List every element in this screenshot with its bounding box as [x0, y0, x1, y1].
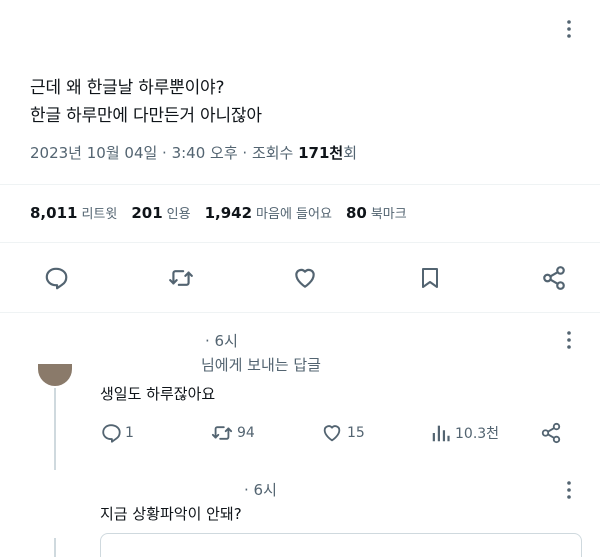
view-count-suffix: 회: [343, 144, 358, 162]
engagement-stats: 8,011 리트윗 201 인용 1,942 마음에 들어요 80 북마크: [30, 203, 407, 222]
view-count: 171천: [298, 144, 344, 162]
divider: [0, 242, 600, 243]
retweet-count: 94: [237, 425, 255, 441]
retweet-icon: [211, 426, 233, 440]
reply-button[interactable]: 1: [100, 422, 210, 444]
stat-number: 80: [345, 204, 367, 222]
timestamp-text: 2023년 10월 04일 · 3:40 오후 · 조회수: [30, 144, 299, 162]
tweet-text: 근데 왜 한글날 하루뿐이야? 한글 하루만에 다만든거 아니잖아: [30, 74, 262, 130]
stat-number: 1,942: [204, 204, 253, 222]
share-button[interactable]: [540, 422, 562, 444]
share-icon[interactable]: [538, 262, 570, 294]
reply-icon: [102, 424, 121, 443]
stat-number: 201: [131, 204, 163, 222]
retweet-icon[interactable]: [165, 262, 197, 294]
embedded-card[interactable]: [100, 533, 582, 557]
stat-number: 8,011: [30, 204, 78, 222]
tweet-timestamp[interactable]: 2023년 10월 04일 · 3:40 오후 · 조회수 171천회: [30, 142, 357, 163]
bar-chart-icon: [432, 425, 450, 442]
stat-label: 인용: [166, 207, 191, 222]
more-icon[interactable]: [557, 478, 581, 502]
thread-line: [54, 388, 56, 470]
share-icon: [541, 422, 561, 444]
reply-icon[interactable]: [40, 262, 72, 294]
like-count: 15: [347, 425, 365, 441]
tweet-text-line: 근데 왜 한글날 하루뿐이야?: [30, 78, 225, 98]
retweet-button[interactable]: 94: [210, 422, 320, 444]
heart-icon: [323, 425, 341, 442]
stat-label: 리트윗: [81, 207, 118, 222]
retweets-stat[interactable]: 8,011 리트윗: [30, 203, 117, 222]
reply-time[interactable]: · 6시: [205, 330, 238, 351]
more-icon[interactable]: [557, 328, 581, 352]
view-count: 10.3천: [455, 426, 500, 442]
bookmark-icon[interactable]: [414, 262, 446, 294]
reply-action-bar: 1 94 15 10.3천: [100, 422, 570, 444]
bookmarks-stat[interactable]: 80 북마크: [346, 203, 407, 222]
replying-to-label: 님에게 보내는 답글: [201, 356, 321, 374]
stat-label: 북마크: [370, 207, 407, 222]
more-icon[interactable]: [557, 17, 581, 41]
reply-time[interactable]: · 6시: [244, 479, 277, 500]
reply-count: 1: [125, 425, 134, 441]
stat-label: 마음에 들어요: [256, 207, 332, 222]
views-button[interactable]: 10.3천: [430, 422, 540, 444]
like-button[interactable]: 15: [320, 422, 430, 444]
heart-icon[interactable]: [289, 262, 321, 294]
divider: [0, 184, 600, 185]
thread-line: [54, 538, 56, 557]
likes-stat[interactable]: 1,942 마음에 들어요: [205, 203, 332, 222]
avatar[interactable]: [38, 364, 72, 386]
divider: [0, 312, 600, 313]
reply-text: 지금 상황파악이 안돼?: [100, 505, 242, 523]
tweet-action-bar: [40, 262, 570, 294]
quotes-stat[interactable]: 201 인용: [131, 203, 190, 222]
tweet-text-line: 한글 하루만에 다만든거 아니잖아: [30, 106, 262, 126]
reply-text: 생일도 하루잖아요: [100, 385, 216, 403]
